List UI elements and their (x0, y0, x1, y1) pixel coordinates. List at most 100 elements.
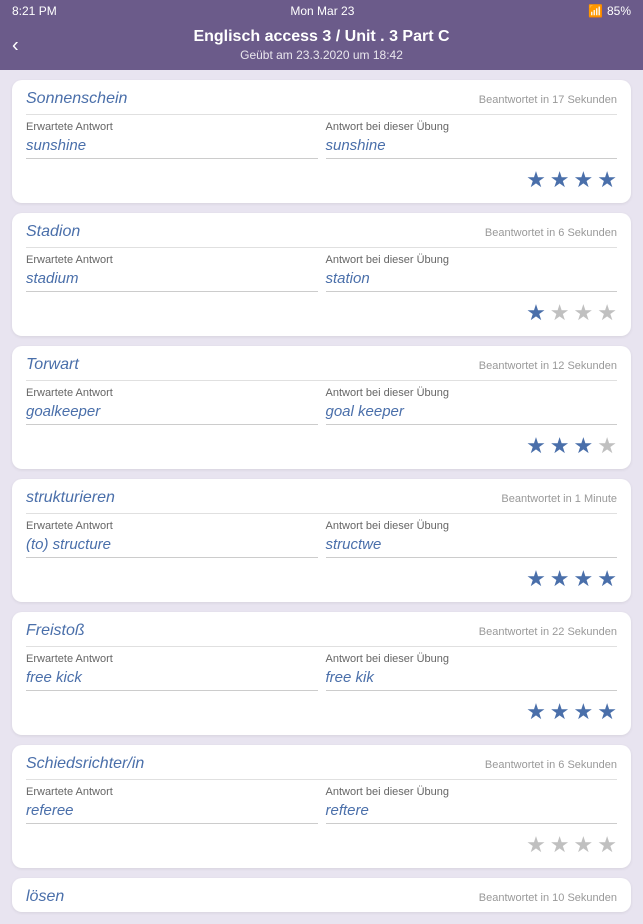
star-3: ★ (597, 300, 617, 326)
expected-col: Erwartete Antwort (to) structure (26, 520, 318, 558)
given-col: Antwort bei dieser Übung free kik (326, 653, 618, 691)
given-col: Antwort bei dieser Übung sunshine (326, 121, 618, 159)
star-1: ★ (550, 167, 570, 193)
given-value: sunshine (326, 137, 618, 159)
card-header: Freistoß Beantwortet in 22 Sekunden (26, 622, 617, 647)
card-footer: ★★★★ (26, 566, 617, 592)
star-3: ★ (597, 167, 617, 193)
card-body: Erwartete Antwort sunshine Antwort bei d… (26, 121, 617, 159)
star-3: ★ (597, 699, 617, 725)
wifi-icon: 📶 (588, 4, 603, 18)
stars-row: ★★★★ (526, 433, 617, 459)
card-body: Erwartete Antwort free kick Antwort bei … (26, 653, 617, 691)
given-value: free kik (326, 669, 618, 691)
card-3: strukturieren Beantwortet in 1 Minute Er… (12, 479, 631, 602)
given-label: Antwort bei dieser Übung (326, 520, 618, 532)
stars-row: ★★★★ (526, 566, 617, 592)
card-header: Stadion Beantwortet in 6 Sekunden (26, 223, 617, 248)
expected-value: stadium (26, 270, 318, 292)
stars-row: ★★★★ (526, 167, 617, 193)
star-0: ★ (526, 832, 546, 858)
given-label: Antwort bei dieser Übung (326, 121, 618, 133)
partial-card-time: Beantwortet in 10 Sekunden (479, 892, 617, 904)
given-value: goal keeper (326, 403, 618, 425)
expected-label: Erwartete Antwort (26, 653, 318, 665)
given-col: Antwort bei dieser Übung goal keeper (326, 387, 618, 425)
card-footer: ★★★★ (26, 300, 617, 326)
star-0: ★ (526, 300, 546, 326)
expected-col: Erwartete Antwort sunshine (26, 121, 318, 159)
given-col: Antwort bei dieser Übung structwe (326, 520, 618, 558)
expected-value: (to) structure (26, 536, 318, 558)
star-3: ★ (597, 832, 617, 858)
given-value: structwe (326, 536, 618, 558)
card-body: Erwartete Antwort referee Antwort bei di… (26, 786, 617, 824)
status-day: Mon Mar 23 (290, 4, 354, 18)
content-area: Sonnenschein Beantwortet in 17 Sekunden … (0, 70, 643, 878)
card-word: strukturieren (26, 489, 115, 507)
partial-card-wrapper: lösen Beantwortet in 10 Sekunden (0, 878, 643, 924)
given-label: Antwort bei dieser Übung (326, 387, 618, 399)
stars-row: ★★★★ (526, 699, 617, 725)
star-1: ★ (550, 433, 570, 459)
status-bar: 8:21 PM Mon Mar 23 📶 85% (0, 0, 643, 22)
card-time: Beantwortet in 1 Minute (501, 493, 617, 505)
expected-col: Erwartete Antwort referee (26, 786, 318, 824)
given-value: reftere (326, 802, 618, 824)
star-2: ★ (574, 699, 594, 725)
battery-level: 85% (607, 4, 631, 18)
star-1: ★ (550, 566, 570, 592)
expected-col: Erwartete Antwort stadium (26, 254, 318, 292)
expected-label: Erwartete Antwort (26, 786, 318, 798)
card-footer: ★★★★ (26, 832, 617, 858)
expected-value: sunshine (26, 137, 318, 159)
expected-value: referee (26, 802, 318, 824)
card-word: Freistoß (26, 622, 85, 640)
card-footer: ★★★★ (26, 699, 617, 725)
card-time: Beantwortet in 6 Sekunden (485, 227, 617, 239)
card-word: Stadion (26, 223, 80, 241)
header-subtitle: Geübt am 23.3.2020 um 18:42 (40, 48, 603, 62)
star-2: ★ (574, 566, 594, 592)
expected-label: Erwartete Antwort (26, 387, 318, 399)
card-header: Schiedsrichter/in Beantwortet in 6 Sekun… (26, 755, 617, 780)
star-1: ★ (550, 699, 570, 725)
card-body: Erwartete Antwort stadium Antwort bei di… (26, 254, 617, 292)
card-4: Freistoß Beantwortet in 22 Sekunden Erwa… (12, 612, 631, 735)
card-body: Erwartete Antwort (to) structure Antwort… (26, 520, 617, 558)
given-value: station (326, 270, 618, 292)
given-col: Antwort bei dieser Übung reftere (326, 786, 618, 824)
given-label: Antwort bei dieser Übung (326, 653, 618, 665)
card-header: Sonnenschein Beantwortet in 17 Sekunden (26, 90, 617, 115)
card-time: Beantwortet in 22 Sekunden (479, 626, 617, 638)
expected-label: Erwartete Antwort (26, 254, 318, 266)
card-word: Sonnenschein (26, 90, 127, 108)
given-label: Antwort bei dieser Übung (326, 254, 618, 266)
star-2: ★ (574, 832, 594, 858)
card-time: Beantwortet in 6 Sekunden (485, 759, 617, 771)
expected-value: goalkeeper (26, 403, 318, 425)
card-0: Sonnenschein Beantwortet in 17 Sekunden … (12, 80, 631, 203)
back-button[interactable]: ‹ (12, 35, 19, 58)
card-footer: ★★★★ (26, 433, 617, 459)
star-2: ★ (574, 433, 594, 459)
card-header: Torwart Beantwortet in 12 Sekunden (26, 356, 617, 381)
card-word: Torwart (26, 356, 79, 374)
star-2: ★ (574, 300, 594, 326)
star-3: ★ (597, 433, 617, 459)
card-word: Schiedsrichter/in (26, 755, 144, 773)
expected-col: Erwartete Antwort goalkeeper (26, 387, 318, 425)
stars-row: ★★★★ (526, 300, 617, 326)
expected-value: free kick (26, 669, 318, 691)
partial-card-word: lösen (26, 888, 64, 906)
card-time: Beantwortet in 17 Sekunden (479, 94, 617, 106)
star-0: ★ (526, 566, 546, 592)
card-body: Erwartete Antwort goalkeeper Antwort bei… (26, 387, 617, 425)
status-time: 8:21 PM (12, 4, 57, 18)
star-1: ★ (550, 832, 570, 858)
expected-label: Erwartete Antwort (26, 121, 318, 133)
page-header: ‹ Englisch access 3 / Unit . 3 Part C Ge… (0, 22, 643, 70)
stars-row: ★★★★ (526, 832, 617, 858)
card-header: strukturieren Beantwortet in 1 Minute (26, 489, 617, 514)
given-label: Antwort bei dieser Übung (326, 786, 618, 798)
